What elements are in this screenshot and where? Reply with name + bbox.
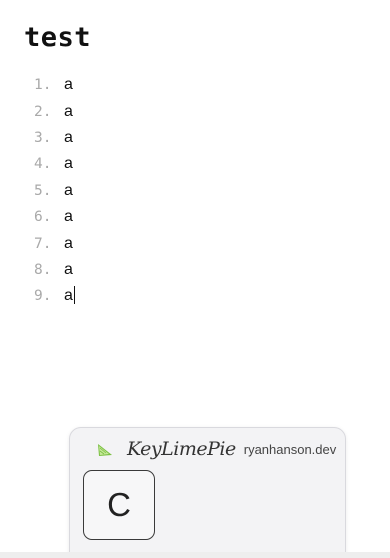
- list-item-text[interactable]: a: [64, 235, 73, 253]
- list-number: 9.: [34, 288, 52, 305]
- text-cursor: [73, 286, 75, 305]
- list-number: 1.: [34, 77, 52, 94]
- bottom-edge: [0, 552, 390, 558]
- lime-slice-icon: [98, 444, 112, 456]
- overlay-header: KeyLimePie ryanhanson.dev: [96, 438, 336, 460]
- list-item-text[interactable]: a: [64, 287, 73, 305]
- list-item-text[interactable]: a: [64, 76, 73, 94]
- numbered-list: 1. a 2. a 3. a 4. a 5. a 6. a 7. a 8. a 9. a: [34, 72, 75, 310]
- list-item-text[interactable]: a: [64, 103, 73, 121]
- list-item[interactable]: 9. a: [34, 283, 75, 309]
- brand-name: KeyLimePie: [127, 438, 236, 460]
- list-number: 3.: [34, 129, 52, 146]
- key-label: C: [107, 486, 131, 523]
- list-number: 6.: [34, 209, 52, 226]
- list-item[interactable]: 7. a: [34, 230, 75, 256]
- site-url: ryanhanson.dev: [243, 441, 337, 457]
- list-item-text[interactable]: a: [64, 261, 73, 279]
- list-number: 7.: [34, 235, 52, 252]
- list-item-text[interactable]: a: [64, 208, 73, 226]
- list-item[interactable]: 1. a: [34, 72, 75, 98]
- list-number: 5.: [34, 182, 52, 199]
- list-item[interactable]: 3. a: [34, 125, 75, 151]
- list-item-text[interactable]: a: [64, 182, 73, 200]
- list-item[interactable]: 6. a: [34, 204, 75, 230]
- list-number: 4.: [34, 156, 52, 173]
- page-title: test: [24, 22, 92, 53]
- list-item[interactable]: 2. a: [34, 98, 75, 124]
- keystroke-overlay: KeyLimePie ryanhanson.dev C: [69, 427, 346, 558]
- list-item[interactable]: 8. a: [34, 257, 75, 283]
- list-item[interactable]: 5. a: [34, 178, 75, 204]
- key-cap: C: [83, 470, 155, 540]
- list-item-text[interactable]: a: [64, 129, 73, 147]
- list-number: 8.: [34, 261, 52, 278]
- list-item-text[interactable]: a: [64, 155, 73, 173]
- list-item[interactable]: 4. a: [34, 151, 75, 177]
- list-number: 2.: [34, 103, 52, 120]
